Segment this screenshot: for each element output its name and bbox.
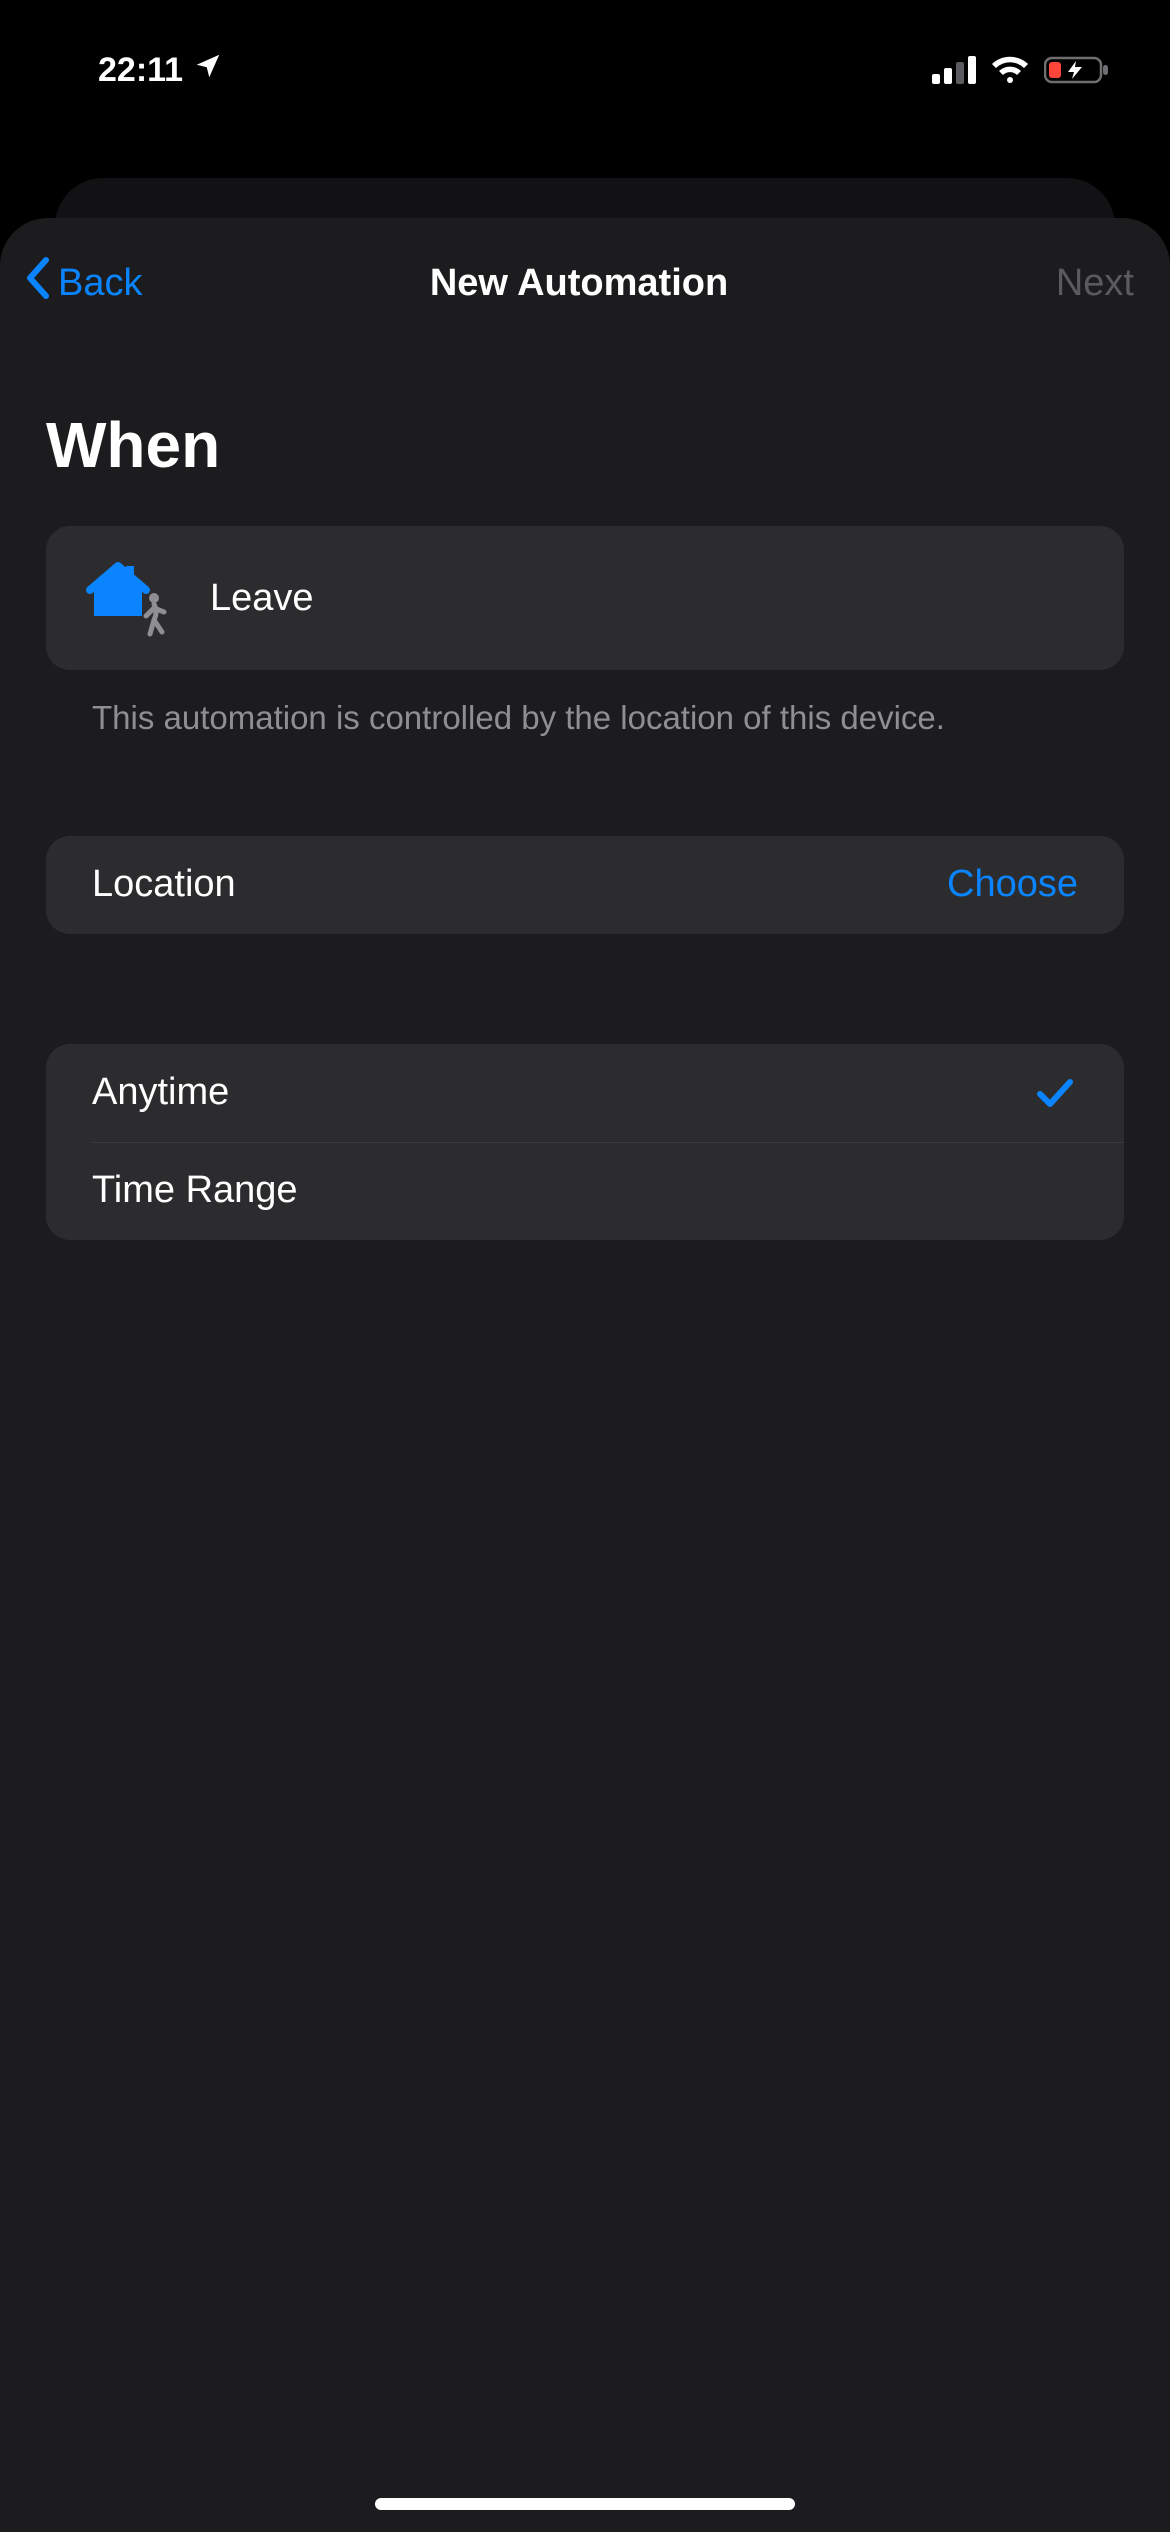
chevron-left-icon [24,256,52,310]
location-card[interactable]: Location Choose [46,836,1124,934]
back-button[interactable]: Back [24,256,224,310]
cellular-icon [932,56,976,84]
section-heading: When [46,408,1124,482]
next-button[interactable]: Next [934,262,1134,305]
checkmark-icon [1032,1070,1078,1116]
choose-button[interactable]: Choose [947,863,1078,906]
location-label: Location [92,863,236,906]
location-services-icon [193,51,223,90]
option-anytime[interactable]: Anytime [46,1044,1124,1142]
next-label: Next [1056,262,1134,304]
row-divider [92,1142,1124,1143]
back-label: Back [58,262,142,305]
trigger-group: Leave This automation is controlled by t… [46,526,1124,742]
leave-footnote: This automation is controlled by the loc… [46,670,1124,742]
status-bar: 22:11 [0,0,1170,140]
battery-charging-icon [1044,55,1110,85]
leave-label: Leave [210,577,314,620]
wifi-icon [990,55,1030,85]
leave-card[interactable]: Leave [46,526,1124,670]
home-indicator[interactable] [375,2498,795,2510]
status-right [932,55,1110,85]
leave-home-icon [76,546,180,650]
page-title: New Automation [224,262,934,305]
navigation-bar: Back New Automation Next [0,218,1170,348]
status-left: 22:11 [98,51,223,90]
content: When [0,348,1170,1240]
status-time: 22:11 [98,51,183,90]
option-label: Anytime [92,1071,229,1114]
option-label: Time Range [92,1169,298,1212]
modal-sheet: Back New Automation Next When [0,218,1170,2532]
time-options-card: Anytime Time Range [46,1044,1124,1240]
option-time-range[interactable]: Time Range [46,1142,1124,1240]
